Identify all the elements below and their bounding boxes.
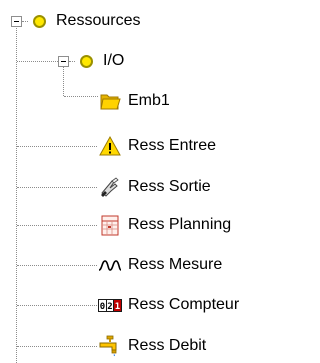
- tree-node-label: Ress Mesure: [128, 256, 223, 273]
- tree-node-ress-compteur[interactable]: 0 2 1 Ress Compteur: [98, 292, 239, 318]
- tree-node-label: Ress Compteur: [128, 296, 240, 313]
- tree-node-ress-entree[interactable]: Ress Entree: [98, 133, 216, 159]
- tree-line-entree-h: [17, 146, 97, 147]
- tree-node-label: Ress Sortie: [128, 178, 211, 195]
- tree-line-root: [16, 26, 17, 363]
- tree-node-label: I/O: [103, 52, 125, 69]
- tree-line-stub: [69, 60, 75, 62]
- wave-icon: [98, 253, 122, 277]
- faucet-icon: [98, 334, 122, 358]
- tree-node-label: Ress Planning: [128, 216, 232, 233]
- collapse-toggle-ressources[interactable]: [11, 16, 22, 27]
- tree-node-io[interactable]: I/O: [69, 48, 124, 74]
- tree-line-mesure-h: [17, 265, 97, 266]
- tree-line-sortie-h: [17, 187, 97, 188]
- tree-node-label: Ress Debit: [128, 337, 207, 354]
- tree-line-emb1-h: [64, 96, 98, 97]
- collapse-toggle-io[interactable]: [58, 56, 69, 67]
- tree-node-label: Ress Entree: [128, 137, 217, 154]
- folder-icon: [98, 89, 122, 113]
- warning-icon: [98, 134, 122, 158]
- counter-digit: 0: [100, 302, 105, 312]
- tree-line-debit-h: [17, 346, 97, 347]
- tree-line-stub: [22, 20, 28, 22]
- tree-node-emb1[interactable]: Emb1: [98, 88, 170, 114]
- tree-line-compteur-h: [17, 305, 97, 306]
- node-circle-icon: [33, 14, 46, 28]
- tree-node-label: Emb1: [128, 92, 170, 109]
- hand-icon: [98, 175, 122, 199]
- tree-line-io: [63, 67, 64, 96]
- tree-line-io-h: [17, 61, 58, 62]
- tree-node-label: Ressources: [56, 12, 141, 29]
- tree-node-ress-sortie[interactable]: Ress Sortie: [98, 174, 211, 200]
- resource-tree: Ressources I/O Emb1 Ress Entree Ress Sor…: [0, 0, 320, 363]
- counter-digit: 1: [115, 302, 120, 312]
- tree-line-planning-h: [17, 225, 97, 226]
- planning-icon: [98, 213, 122, 237]
- tree-node-ress-debit[interactable]: Ress Debit: [98, 333, 206, 359]
- node-circle-icon: [80, 54, 93, 68]
- tree-node-ress-planning[interactable]: Ress Planning: [98, 212, 231, 238]
- tree-node-ress-mesure[interactable]: Ress Mesure: [98, 252, 222, 278]
- counter-digit: 2: [107, 302, 112, 312]
- counter-icon: 0 2 1: [98, 293, 122, 317]
- tree-node-ressources[interactable]: Ressources: [22, 8, 140, 34]
